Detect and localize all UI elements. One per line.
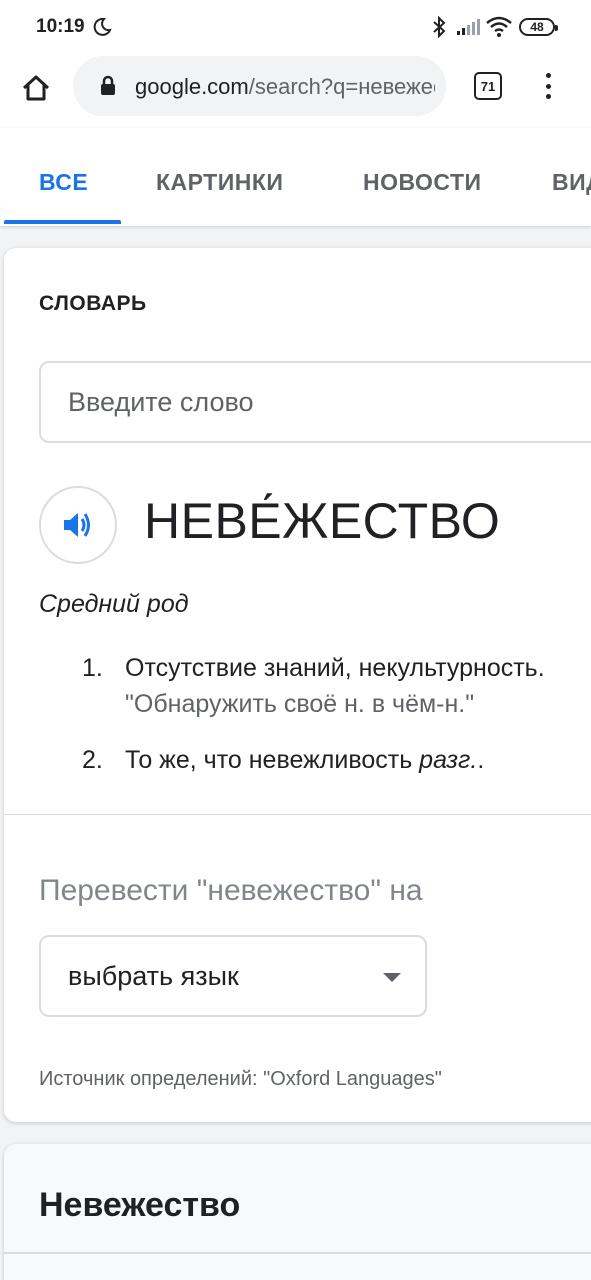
signal-icon [457,19,480,35]
definition-list: 1. Отсутствие знаний, некультурность. "О… [82,650,591,778]
definition-item: 1. Отсутствие знаний, некультурность. "О… [82,650,591,722]
status-time: 10:19 [36,16,85,37]
definition-example: "Обнаружить своё н. в чём-н." [125,690,475,718]
word-search-input[interactable] [39,361,591,443]
tab-news[interactable]: НОВОСТИ [363,169,482,196]
lock-icon [101,75,115,95]
translate-label: Перевести "невежество" на [39,874,423,907]
language-select[interactable]: выбрать язык [39,935,427,1017]
battery-indicator: 48 [519,18,558,36]
definition-text: То же, что невежливость [125,746,420,774]
result-card: Невежество [4,1144,591,1280]
wifi-icon [486,16,512,37]
home-icon [22,75,50,101]
definition-item: 2. То же, что невежливость разг.. [82,742,591,778]
result-title[interactable]: Невежество [39,1186,240,1225]
usage-label: разг. [419,746,478,774]
active-tab-indicator [4,220,121,224]
definition-text: Отсутствие знаний, некультурность. [125,654,545,682]
url-domain: google.com [135,74,249,99]
definition-number: 1. [82,654,103,682]
headword: НЕВЕ́ЖЕСТВО [144,493,501,549]
part-of-speech: Средний род [39,590,189,618]
dictionary-card: СЛОВАРЬ НЕВЕ́ЖЕСТВО Средний род 1. Отсут… [4,248,591,1122]
definition-source: Источник определений: "Oxford Languages" [39,1068,442,1090]
menu-dot [545,73,551,78]
tab-all[interactable]: ВСЕ [39,169,88,196]
pronounce-button[interactable] [39,486,117,564]
language-select-value: выбрать язык [68,961,239,991]
definition-tail: . [477,746,485,774]
home-button[interactable] [18,70,54,106]
url-text: google.com/search?q=невежество [135,74,435,100]
definition-number: 2. [82,746,103,774]
bluetooth-icon [433,16,446,38]
dropdown-arrow-icon [383,973,401,982]
tab-count: 71 [480,78,496,94]
battery-level: 48 [530,20,544,34]
page: 10:19 48 google.com/search?q=невеже 71 В… [0,0,591,1280]
divider [4,1252,591,1254]
tab-video[interactable]: ВИДЕО [552,169,591,196]
address-bar[interactable]: google.com/search?q=невежество [73,56,446,116]
speaker-icon [64,513,90,537]
divider [4,814,591,815]
menu-dot [545,83,551,89]
tab-switcher-button[interactable]: 71 [474,72,502,100]
menu-dot [545,94,551,99]
dictionary-title: СЛОВАРЬ [39,292,147,315]
status-bar: 10:19 48 [0,0,591,56]
moon-icon [93,17,112,36]
browser-toolbar: google.com/search?q=невежество 71 [0,56,591,128]
browser-menu-button[interactable] [538,70,558,102]
search-tabs: ВСЕ КАРТИНКИ НОВОСТИ ВИДЕО [0,128,591,226]
tab-images[interactable]: КАРТИНКИ [156,169,283,196]
url-path: /search?q=невежество [248,74,435,99]
definition-text-block: Отсутствие знаний, некультурность. "Обна… [125,650,545,722]
definition-text-block: То же, что невежливость разг.. [125,742,484,778]
